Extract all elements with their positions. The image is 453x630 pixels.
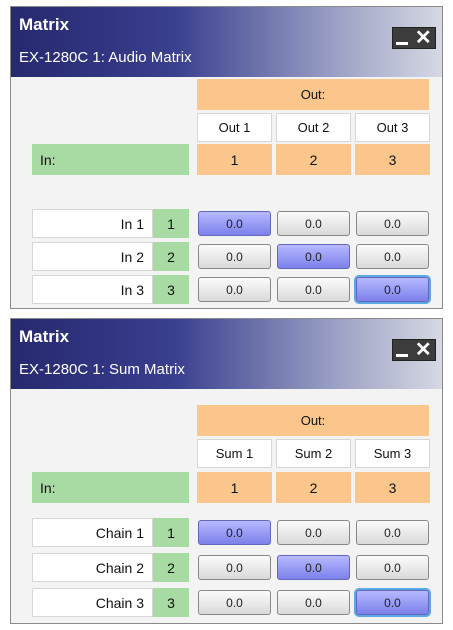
audio-matrix-window: Matrix EX-1280C 1: Audio Matrix ✕ Out: O… [10, 6, 443, 309]
matrix-cell-in1-out1[interactable]: 0.0 [198, 211, 271, 236]
column-number-3: 3 [355, 472, 430, 503]
column-number-1: 1 [197, 472, 272, 503]
matrix-cell-in2-out1[interactable]: 0.0 [198, 244, 271, 269]
matrix-cell-chain1-sum2[interactable]: 0.0 [277, 520, 350, 545]
row-label-chain-3: Chain 3 [32, 588, 153, 617]
window-controls: ✕ [392, 339, 436, 361]
sum-matrix-window: Matrix EX-1280C 1: Sum Matrix ✕ Out: Sum… [10, 318, 443, 624]
in-header: In: [32, 144, 189, 175]
row-label-in-1: In 1 [32, 209, 153, 238]
window-controls: ✕ [392, 27, 436, 49]
matrix-grid: Out: Sum 1 Sum 2 Sum 3 In: 1 2 3 Chain 1… [11, 389, 442, 623]
column-label-out-2: Out 2 [276, 113, 351, 142]
matrix-cell-in2-out2[interactable]: 0.0 [277, 244, 350, 269]
matrix-cell-chain2-sum3[interactable]: 0.0 [356, 555, 429, 580]
out-header: Out: [197, 79, 429, 110]
in-header: In: [32, 472, 189, 503]
matrix-cell-chain3-sum3[interactable]: 0.0 [356, 590, 429, 615]
minimize-icon[interactable] [396, 353, 409, 357]
window-title: Matrix [19, 15, 70, 34]
column-label-out-1: Out 1 [197, 113, 272, 142]
row-number-2: 2 [153, 242, 189, 271]
minimize-icon[interactable] [396, 41, 409, 45]
matrix-cell-chain2-sum2[interactable]: 0.0 [277, 555, 350, 580]
matrix-cell-chain3-sum2[interactable]: 0.0 [277, 590, 350, 615]
row-label-in-2: In 2 [32, 242, 153, 271]
window-title: Matrix [19, 327, 70, 346]
row-number-1: 1 [153, 518, 189, 547]
out-header: Out: [197, 405, 429, 436]
column-number-3: 3 [355, 144, 430, 175]
matrix-grid: Out: Out 1 Out 2 Out 3 In: 1 2 3 In 1 1 … [11, 77, 442, 308]
row-number-3: 3 [153, 275, 189, 304]
column-label-out-3: Out 3 [355, 113, 430, 142]
matrix-cell-chain1-sum1[interactable]: 0.0 [198, 520, 271, 545]
close-icon[interactable]: ✕ [415, 340, 432, 360]
close-icon[interactable]: ✕ [415, 28, 432, 48]
matrix-cell-in2-out3[interactable]: 0.0 [356, 244, 429, 269]
matrix-cell-in3-out3[interactable]: 0.0 [356, 277, 429, 302]
window-subtitle: EX-1280C 1: Audio Matrix [19, 49, 192, 66]
row-number-2: 2 [153, 553, 189, 582]
row-number-3: 3 [153, 588, 189, 617]
row-number-1: 1 [153, 209, 189, 238]
column-number-1: 1 [197, 144, 272, 175]
matrix-cell-in1-out3[interactable]: 0.0 [356, 211, 429, 236]
window-subtitle: EX-1280C 1: Sum Matrix [19, 361, 185, 378]
column-label-sum-2: Sum 2 [276, 439, 351, 468]
row-label-chain-2: Chain 2 [32, 553, 153, 582]
matrix-cell-chain2-sum1[interactable]: 0.0 [198, 555, 271, 580]
column-number-2: 2 [276, 472, 351, 503]
title-bar[interactable]: Matrix EX-1280C 1: Audio Matrix ✕ [11, 7, 442, 77]
column-label-sum-1: Sum 1 [197, 439, 272, 468]
column-number-2: 2 [276, 144, 351, 175]
row-label-in-3: In 3 [32, 275, 153, 304]
row-label-chain-1: Chain 1 [32, 518, 153, 547]
matrix-cell-in3-out2[interactable]: 0.0 [277, 277, 350, 302]
matrix-cell-chain3-sum1[interactable]: 0.0 [198, 590, 271, 615]
matrix-cell-in3-out1[interactable]: 0.0 [198, 277, 271, 302]
matrix-cell-in1-out2[interactable]: 0.0 [277, 211, 350, 236]
column-label-sum-3: Sum 3 [355, 439, 430, 468]
matrix-cell-chain1-sum3[interactable]: 0.0 [356, 520, 429, 545]
title-bar[interactable]: Matrix EX-1280C 1: Sum Matrix ✕ [11, 319, 442, 389]
